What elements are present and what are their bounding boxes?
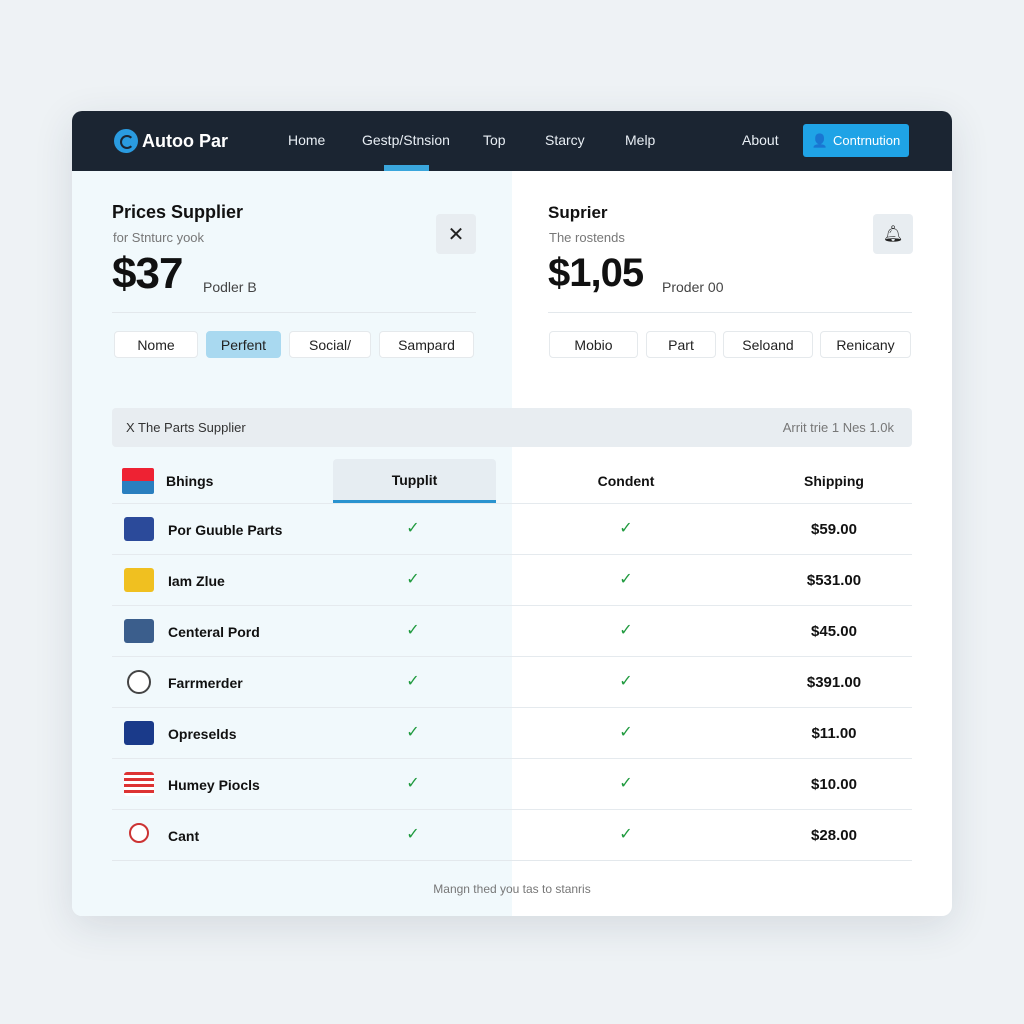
right-subtitle: The rostends bbox=[549, 230, 625, 245]
supplier-bar-count: Arrit trie 1 Nes 1.0k bbox=[782, 420, 894, 435]
top-nav: Autoo Par Home Gestp/Stnsion Top Starcy … bbox=[72, 111, 952, 171]
left-price: $37 bbox=[112, 249, 183, 298]
shipping-price: $11.00 bbox=[811, 725, 857, 742]
close-button[interactable]: ✕ bbox=[436, 214, 476, 254]
active-nav-indicator bbox=[384, 165, 429, 171]
supplier-name[interactable]: Farrmerder bbox=[168, 675, 243, 691]
supplier-logo-icon bbox=[127, 670, 151, 694]
shipping-price: $28.00 bbox=[811, 827, 857, 844]
right-price: $1,05 bbox=[548, 251, 644, 295]
nav-about[interactable]: About bbox=[742, 132, 779, 148]
table-row[interactable]: Centeral Pord ✓ ✓ $45.00 bbox=[112, 605, 912, 656]
check-icon: ✓ bbox=[406, 571, 420, 588]
filter-renicany[interactable]: Renicany bbox=[820, 331, 911, 358]
check-icon: ✓ bbox=[619, 571, 633, 588]
supplier-logo-icon bbox=[124, 568, 154, 592]
table-row[interactable]: Humey Piocls ✓ ✓ $10.00 bbox=[112, 758, 912, 809]
filter-mobio[interactable]: Mobio bbox=[549, 331, 638, 358]
supplier-name[interactable]: Iam Zlue bbox=[168, 573, 225, 589]
nav-home[interactable]: Home bbox=[288, 132, 325, 148]
col-header-name[interactable]: Bhings bbox=[122, 459, 213, 503]
table-row[interactable]: Opreselds ✓ ✓ $11.00 bbox=[112, 707, 912, 758]
shipping-price: $10.00 bbox=[811, 776, 857, 793]
col-header-shipping[interactable]: Shipping bbox=[784, 459, 884, 503]
left-title: Prices Supplier bbox=[112, 202, 244, 222]
right-price-label: Proder 00 bbox=[662, 279, 724, 295]
check-icon: ✓ bbox=[619, 775, 633, 792]
check-icon: ✓ bbox=[619, 826, 633, 843]
supplier-logo-icon bbox=[124, 721, 154, 745]
nav-top[interactable]: Top bbox=[483, 132, 506, 148]
check-icon: ✓ bbox=[406, 826, 420, 843]
shipping-price: $45.00 bbox=[811, 623, 857, 640]
main-card: Autoo Par Home Gestp/Stnsion Top Starcy … bbox=[72, 111, 952, 916]
filter-perfent[interactable]: Perfent bbox=[206, 331, 281, 358]
bell-button[interactable]: 🔔︎ bbox=[873, 214, 913, 254]
supplier-name[interactable]: Centeral Pord bbox=[168, 624, 260, 640]
supplier-name[interactable]: Por Guuble Parts bbox=[168, 522, 282, 538]
bell-icon: 🔔︎ bbox=[882, 226, 904, 243]
check-icon: ✓ bbox=[406, 520, 420, 537]
check-icon: ✓ bbox=[406, 622, 420, 639]
brand-logo[interactable]: Autoo Par bbox=[114, 129, 228, 153]
check-icon: ✓ bbox=[619, 520, 633, 537]
check-icon: ✓ bbox=[619, 622, 633, 639]
footer-text: Mangn thed you tas to stanris bbox=[433, 882, 591, 896]
supplier-logo-icon bbox=[129, 823, 149, 843]
filter-nome[interactable]: Nome bbox=[114, 331, 198, 358]
left-price-label: Podler B bbox=[203, 279, 257, 295]
nav-melp[interactable]: Melp bbox=[625, 132, 655, 148]
brand-logo-icon bbox=[122, 468, 154, 494]
filter-social[interactable]: Social/ bbox=[289, 331, 371, 358]
filter-part[interactable]: Part bbox=[646, 331, 716, 358]
col-header-supplit[interactable]: Tupplit bbox=[333, 459, 496, 503]
brand-name: Autoo Par bbox=[142, 130, 229, 151]
supplier-logo-icon bbox=[124, 772, 154, 796]
check-icon: ✓ bbox=[406, 724, 420, 741]
divider bbox=[112, 860, 912, 861]
divider bbox=[548, 312, 912, 313]
logo-icon bbox=[114, 129, 138, 153]
check-icon: ✓ bbox=[406, 775, 420, 792]
right-title: Suprier bbox=[548, 203, 608, 222]
check-icon: ✓ bbox=[619, 724, 633, 741]
supplier-logo-icon bbox=[124, 619, 154, 643]
contribution-button[interactable]: 👤 Contrnution bbox=[803, 124, 909, 157]
supplier-bar: X The Parts Supplier Arrit trie 1 Nes 1.… bbox=[112, 408, 912, 447]
table-row[interactable]: Por Guuble Parts ✓ ✓ $59.00 bbox=[112, 503, 912, 554]
check-icon: ✓ bbox=[619, 673, 633, 690]
user-icon: 👤 bbox=[811, 132, 828, 148]
filter-seloand[interactable]: Seloand bbox=[723, 331, 813, 358]
button-label: Contrnution bbox=[832, 133, 901, 148]
supplier-name[interactable]: Humey Piocls bbox=[168, 777, 260, 793]
filter-sampard[interactable]: Sampard bbox=[379, 331, 474, 358]
col-header-condent[interactable]: Condent bbox=[576, 459, 676, 503]
supplier-bar-title[interactable]: X The Parts Supplier bbox=[126, 420, 246, 435]
check-icon: ✓ bbox=[406, 673, 420, 690]
shipping-price: $531.00 bbox=[806, 572, 862, 589]
supplier-name[interactable]: Opreselds bbox=[168, 726, 236, 742]
supplier-name[interactable]: Cant bbox=[168, 828, 199, 844]
divider bbox=[112, 312, 476, 313]
shipping-price: $59.00 bbox=[811, 521, 857, 538]
nav-gestp[interactable]: Gestp/Stnsion bbox=[362, 132, 450, 148]
header-label: Bhings bbox=[166, 473, 214, 489]
table-row[interactable]: Cant ✓ ✓ $28.00 bbox=[112, 809, 912, 860]
left-subtitle: for Stnturc yook bbox=[113, 230, 205, 245]
table-row[interactable]: Iam Zlue ✓ ✓ $531.00 bbox=[112, 554, 912, 605]
supplier-logo-icon bbox=[124, 517, 154, 541]
table-row[interactable]: Farrmerder ✓ ✓ $391.00 bbox=[112, 656, 912, 707]
close-icon: ✕ bbox=[447, 223, 465, 246]
shipping-price: $391.00 bbox=[806, 674, 862, 691]
nav-starcy[interactable]: Starcy bbox=[545, 132, 585, 148]
